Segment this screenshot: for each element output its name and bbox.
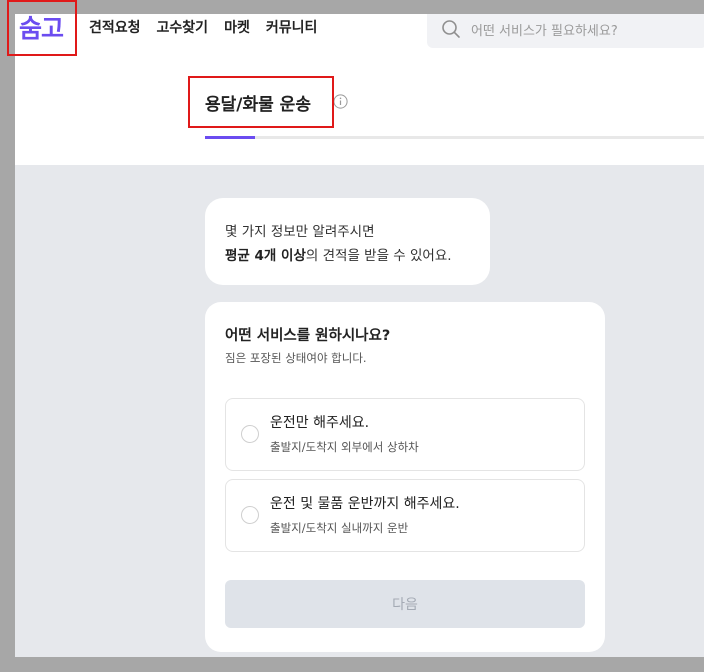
nav-item-find-pro[interactable]: 고수찾기 — [157, 18, 209, 38]
highlight-box-title — [188, 76, 334, 128]
intro-line-1: 몇 가지 정보만 알려주시면 — [225, 224, 375, 240]
progress-bar — [205, 136, 704, 139]
option-description: 출발지/도착지 외부에서 상하차 — [270, 440, 419, 454]
question-title: 어떤 서비스를 원하시나요? — [225, 328, 391, 344]
next-button[interactable]: 다음 — [225, 580, 585, 628]
nav-item-market[interactable]: 마켓 — [224, 18, 250, 38]
option-driving-only[interactable]: 운전만 해주세요. 출발지/도착지 외부에서 상하차 — [225, 398, 585, 471]
radio-button[interactable] — [241, 506, 259, 524]
option-label: 운전만 해주세요. — [270, 415, 370, 431]
intro-line-2: 평균 4개 이상의 견적을 받을 수 있어요. — [225, 244, 452, 264]
intro-message: 몇 가지 정보만 알려주시면 평균 4개 이상의 견적을 받을 수 있어요. — [205, 198, 490, 285]
radio-button[interactable] — [241, 425, 259, 443]
info-icon[interactable] — [333, 94, 348, 109]
highlight-box-logo — [7, 0, 77, 56]
app-frame: 숨고 견적요청 고수찾기 마켓 커뮤니티 어떤 서비스가 필요하세요? 용달/화… — [15, 14, 704, 657]
top-header: 숨고 견적요청 고수찾기 마켓 커뮤니티 어떤 서비스가 필요하세요? — [15, 14, 704, 65]
search-icon — [442, 20, 460, 38]
search-input[interactable]: 어떤 서비스가 필요하세요? — [427, 14, 704, 48]
nav-item-request-quote[interactable]: 견적요청 — [89, 18, 141, 38]
main-nav: 견적요청 고수찾기 마켓 커뮤니티 — [89, 18, 317, 38]
intro-highlight: 평균 4개 이상 — [225, 248, 306, 264]
question-subtitle: 짐은 포장된 상태여야 합니다. — [225, 351, 367, 365]
intro-line-2-rest: 의 견적을 받을 수 있어요. — [305, 248, 452, 264]
search-placeholder: 어떤 서비스가 필요하세요? — [471, 24, 618, 39]
option-driving-and-carrying[interactable]: 운전 및 물품 운반까지 해주세요. 출발지/도착지 실내까지 운반 — [225, 479, 585, 552]
option-label: 운전 및 물품 운반까지 해주세요. — [270, 496, 460, 512]
option-description: 출발지/도착지 실내까지 운반 — [270, 521, 409, 535]
service-title-bar: 용달/화물 운송 — [15, 64, 704, 165]
progress-fill — [205, 136, 255, 139]
nav-item-community[interactable]: 커뮤니티 — [266, 18, 318, 38]
question-card: 어떤 서비스를 원하시나요? 짐은 포장된 상태여야 합니다. 운전만 해주세요… — [205, 302, 605, 652]
